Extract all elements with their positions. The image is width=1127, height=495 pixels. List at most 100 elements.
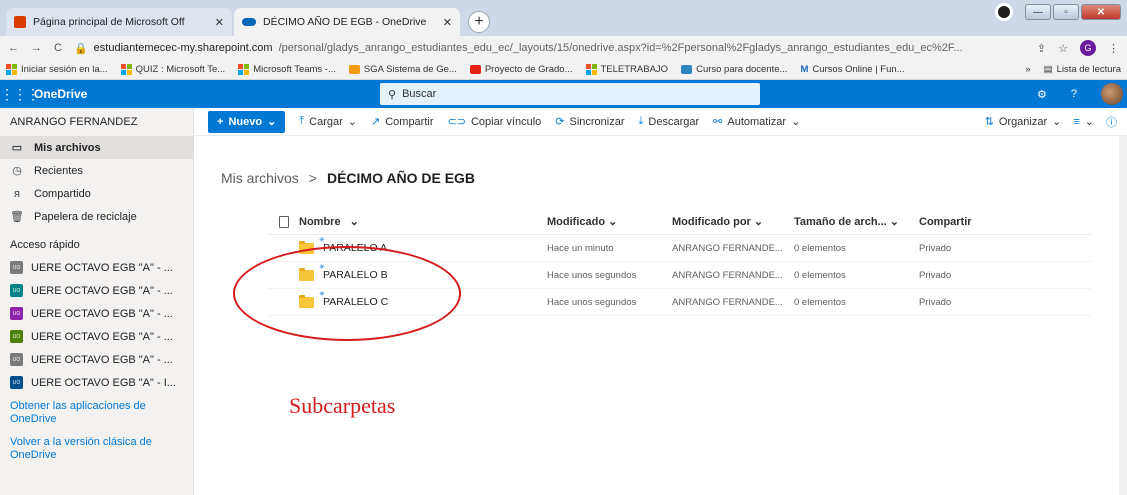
bookmark-item[interactable]: Proyecto de Grado...	[469, 64, 573, 75]
header-size-label: Tamaño de arch...	[794, 216, 887, 228]
header-modified-by[interactable]: Modificado por ⌄	[672, 215, 794, 228]
header-size[interactable]: Tamaño de arch... ⌄	[794, 215, 919, 228]
sidebar-links: Obtener las aplicaciones de OneDrive Vol…	[10, 400, 185, 472]
classic-view-link[interactable]: Volver a la versión clásica de OneDrive	[10, 436, 185, 462]
cursos-icon: M	[800, 64, 809, 75]
reading-list-icon: ▤	[1043, 64, 1053, 75]
sidebar-item-label: Mis archivos	[34, 141, 101, 154]
quick-access-label: UERE OCTAVO EGB "A" - I...	[31, 376, 176, 389]
command-bar-right: ⇅ Organizar ⌄ ≡ ⌄ ⓘ	[985, 114, 1127, 130]
list-view-icon: ≡	[1073, 115, 1080, 128]
ms-icon	[6, 64, 17, 75]
more-bookmarks[interactable]: »	[1025, 64, 1030, 75]
sort-button[interactable]: ⇅ Organizar ⌄	[984, 115, 1062, 129]
back-icon[interactable]: ←	[8, 42, 19, 54]
quick-access-item[interactable]: UO UERE OCTAVO EGB "A" - ...	[0, 302, 193, 325]
bookmark-item[interactable]: Microsoft Teams -...	[238, 64, 336, 75]
gear-icon[interactable]: ⚙	[1037, 88, 1047, 101]
bookmark-item[interactable]: QUIZ : Microsoft Te...	[120, 64, 225, 75]
bookmark-item[interactable]: SGA Sistema de Ge...	[348, 64, 457, 75]
sidebar-item-compartido[interactable]: ᴙ Compartido	[0, 182, 193, 205]
browser-tab-onedrive[interactable]: DÉCIMO AÑO DE EGB - OneDrive ✕	[234, 8, 460, 36]
profile-avatar[interactable]: G	[1080, 40, 1096, 56]
new-tab-button[interactable]: +	[468, 11, 490, 33]
breadcrumb-root[interactable]: Mis archivos	[221, 170, 299, 186]
download-button[interactable]: ⤓ Descargar	[639, 115, 700, 128]
star-icon[interactable]: ☆	[1058, 42, 1068, 55]
quick-access-title: Acceso rápido	[10, 239, 80, 251]
scrollbar[interactable]	[1119, 136, 1127, 495]
youtube-icon	[469, 65, 481, 74]
record-icon	[995, 3, 1013, 21]
bookmark-label: Microsoft Teams -...	[253, 64, 336, 75]
header-modified[interactable]: Modificado ⌄	[547, 215, 672, 228]
share-button[interactable]: ↗ Compartir	[371, 115, 434, 129]
app-title[interactable]: OneDrive	[34, 87, 380, 101]
sidebar-item-mis-archivos[interactable]: ▭ Mis archivos	[0, 136, 193, 159]
avatar[interactable]	[1101, 83, 1123, 105]
info-icon[interactable]: ⓘ	[1106, 114, 1117, 130]
chevron-down-icon: ⌄	[1084, 116, 1094, 128]
view-button[interactable]: ≡ ⌄	[1073, 115, 1094, 129]
quick-access-item[interactable]: UO UERE OCTAVO EGB "A" - I...	[0, 371, 193, 394]
upload-button[interactable]: ⤒ Cargar ⌄	[299, 115, 357, 128]
upload-label: Cargar	[309, 115, 343, 128]
forward-icon[interactable]: →	[31, 42, 42, 54]
header-sharing[interactable]: Compartir	[919, 216, 1019, 228]
new-button[interactable]: + Nuevo ⌄	[208, 110, 286, 133]
get-apps-link[interactable]: Obtener las aplicaciones de OneDrive	[10, 400, 185, 426]
url-field[interactable]: 🔒 estudiantemecec-my.sharepoint.com/pers…	[74, 42, 1025, 55]
bookmark-item[interactable]: Curso para docente...	[681, 64, 787, 75]
file-type-header[interactable]	[268, 215, 299, 228]
more-bookmarks-label: »	[1025, 64, 1031, 75]
close-icon[interactable]: ✕	[443, 16, 452, 29]
search-input[interactable]: ⚲ Buscar	[380, 83, 760, 105]
maximize-button[interactable]: ▫	[1053, 4, 1079, 20]
bookmark-item[interactable]: Iniciar sesión en la...	[6, 64, 108, 75]
copy-link-button[interactable]: ⊂⊃ Copiar vínculo	[448, 115, 542, 129]
close-window-button[interactable]: ✕	[1081, 4, 1121, 20]
menu-icon[interactable]: ⋮	[1108, 42, 1119, 55]
trash-icon: 🗑	[10, 211, 24, 223]
sga-icon	[348, 65, 360, 74]
sidebar-item-recientes[interactable]: ◷ Recientes	[0, 159, 193, 182]
reading-list-label: Lista de lectura	[1056, 64, 1121, 75]
search-icon: ⚲	[388, 88, 397, 101]
minimize-button[interactable]: —	[1025, 4, 1051, 20]
window-controls: — ▫ ✕	[995, 3, 1121, 21]
reload-icon[interactable]: C	[54, 42, 62, 54]
automate-button[interactable]: ⚯ Automatizar ⌄	[713, 115, 800, 129]
chevron-down-icon: ⌄	[753, 216, 764, 228]
sort-icon: ⇅	[984, 116, 994, 128]
site-icon: UO	[10, 330, 23, 343]
header-name[interactable]: Nombre ⌄	[299, 215, 547, 229]
cell-size: 0 elementos	[794, 242, 846, 254]
onedrive-header: ⋮⋮⋮ OneDrive ⚲ Buscar ⚙ ?	[0, 80, 1127, 108]
file-list-header: Nombre ⌄ Modificado ⌄ Modificado por ⌄ Ta…	[268, 209, 1091, 235]
browser-tab-office[interactable]: Página principal de Microsoft Off ✕	[6, 8, 232, 36]
cell-modified: Hace un minuto	[547, 242, 614, 254]
share-icon[interactable]: ⇪	[1037, 42, 1046, 55]
sidebar-item-label: Papelera de reciclaje	[34, 210, 137, 223]
bookmark-item[interactable]: M Cursos Online | Fun...	[800, 64, 904, 75]
bookmark-label: Curso para docente...	[696, 64, 788, 75]
quick-access-item[interactable]: UO UERE OCTAVO EGB "A" - ...	[0, 256, 193, 279]
cell-modified-by: ANRANGO FERNANDE...	[672, 242, 783, 254]
download-icon: ⤓	[638, 115, 644, 127]
app-launcher-icon[interactable]: ⋮⋮⋮	[0, 86, 40, 103]
help-icon[interactable]: ?	[1071, 88, 1077, 100]
sidebar-item-label: Recientes	[34, 164, 83, 177]
sync-button[interactable]: ⟳ Sincronizar	[555, 115, 624, 129]
quick-access-label: UERE OCTAVO EGB "A" - ...	[31, 284, 173, 297]
quick-access-item[interactable]: UO UERE OCTAVO EGB "A" - ...	[0, 348, 193, 371]
quick-access-item[interactable]: UO UERE OCTAVO EGB "A" - ...	[0, 279, 193, 302]
reading-list[interactable]: ▤ Lista de lectura	[1044, 64, 1121, 75]
close-icon[interactable]: ✕	[215, 16, 224, 29]
annotation-ellipse	[233, 246, 461, 341]
bookmark-item[interactable]: TELETRABAJO	[585, 64, 668, 75]
quick-access-item[interactable]: UO UERE OCTAVO EGB "A" - ...	[0, 325, 193, 348]
site-icon: UO	[10, 261, 23, 274]
quick-access-label: UERE OCTAVO EGB "A" - ...	[31, 330, 173, 343]
sidebar-item-papelera[interactable]: 🗑 Papelera de reciclaje	[0, 205, 193, 228]
bookmark-label: SGA Sistema de Ge...	[363, 64, 457, 75]
